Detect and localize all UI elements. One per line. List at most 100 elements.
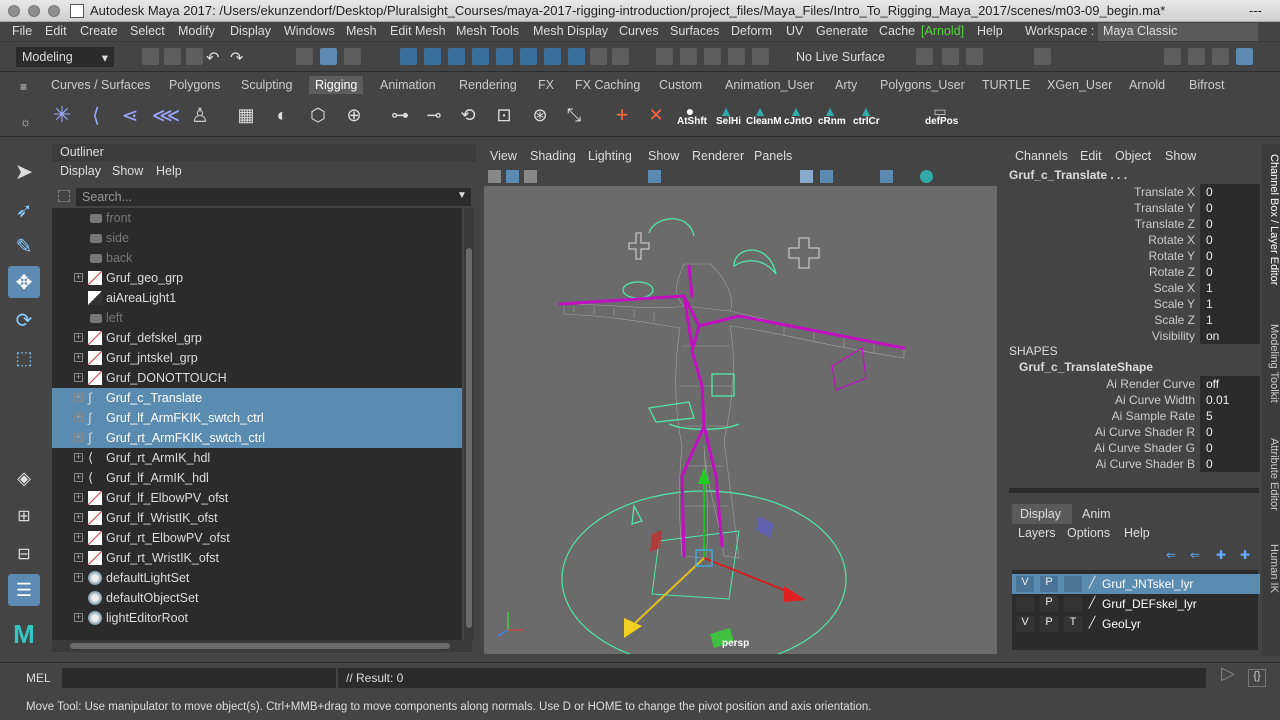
viewport-menu-panels[interactable]: Panels [754,149,792,163]
play-overlay-icon[interactable]: ▷ [1212,663,1244,691]
outliner-row[interactable]: left [52,308,462,328]
outliner-persp-icon[interactable]: ⊟ [8,538,40,570]
ik-handle-icon[interactable]: ⟨ [82,101,110,129]
scale-constraint-icon[interactable]: ⊡ [490,101,518,129]
render-view-icon[interactable] [942,48,959,65]
rt-arm-joint-chain[interactable] [697,314,906,350]
isolate-select-icon[interactable] [920,170,933,183]
viewport-menu-show[interactable]: Show [648,149,679,163]
menu-display[interactable]: Display [230,24,271,38]
visibility-toggle[interactable]: V [1016,576,1034,592]
menu-mesh-tools[interactable]: Mesh Tools [456,24,519,38]
outliner-row[interactable]: + ∫ Gruf_c_Translate [52,388,462,408]
new-layer-selected-icon[interactable]: ✚ [1240,548,1250,562]
channel-value-field[interactable]: 0.01 [1200,392,1260,408]
outliner-row[interactable]: + Gruf_lf_WristIK_ofst [52,508,462,528]
sidebar-toggle-icon[interactable] [1034,48,1051,65]
tab-fx[interactable]: FX [538,78,554,92]
rt-arm-fkik-switch-curve[interactable] [733,249,777,275]
tab-curves-surfaces[interactable]: Curves / Surfaces [51,78,150,92]
rotate-tool-icon[interactable]: ⟳ [8,304,40,336]
viewport-menu-view[interactable]: View [490,149,517,163]
lf-shoulder-control-curve[interactable] [622,281,654,299]
layers-menu-layers[interactable]: Layers [1018,526,1056,540]
expand-toggle-icon[interactable]: + [74,513,83,522]
aim-constraint-icon[interactable]: ⊛ [526,101,554,129]
outliner-row[interactable]: defaultObjectSet [52,588,462,608]
channel-value-field[interactable]: 1 [1200,312,1260,328]
x-axis-arrow-icon[interactable] [784,586,806,602]
outliner-menu-show[interactable]: Show [112,164,143,178]
expand-toggle-icon[interactable]: + [74,433,83,442]
layer-color-icon[interactable]: ╱ [1086,616,1098,632]
channel-box-icon[interactable] [1236,48,1253,65]
menu-mesh-display[interactable]: Mesh Display [533,24,608,38]
rt-wrist-ik-marker[interactable] [756,516,774,538]
construction-history-icon[interactable] [916,48,933,65]
rt-arm-fkik-switch-ctrl-icon[interactable] [788,237,820,269]
pick-render-icon[interactable] [544,48,561,65]
wireframe-icon[interactable] [800,170,813,183]
head-control-curve[interactable] [648,218,695,237]
menu-mesh[interactable]: Mesh [346,24,377,38]
menu-windows[interactable]: Windows [284,24,335,38]
expand-toggle-icon[interactable]: + [74,453,83,462]
expand-toggle-icon[interactable]: + [74,553,83,562]
channel-name[interactable]: Translate X [1134,185,1195,199]
camera-attributes-icon[interactable] [506,170,519,183]
smooth-shade-icon[interactable] [820,170,833,183]
menu-uv[interactable]: UV [786,24,803,38]
tab-fx-caching[interactable]: FX Caching [575,78,640,92]
tab-human-ik[interactable]: Human IK [1262,544,1280,593]
outliner-row[interactable]: + lightEditorRoot [52,608,462,628]
ik-spline-icon[interactable]: ⋖ [116,101,144,129]
outliner-layout-icon[interactable]: ☰ [8,574,40,606]
character-wireframe-mesh[interactable] [563,263,905,559]
select-component-icon[interactable] [344,48,361,65]
tab-turtle[interactable]: TURTLE [982,78,1030,92]
snap-curve-icon[interactable] [680,48,697,65]
playback-toggle[interactable]: P [1040,576,1058,592]
snap-point-icon[interactable] [704,48,721,65]
snap-grid-icon[interactable] [656,48,673,65]
locator-icon[interactable]: + [608,101,636,129]
channel-name[interactable]: Translate Z [1135,217,1195,231]
channel-row[interactable]: Visibility on [1005,328,1260,344]
channel-name[interactable]: Scale X [1154,281,1195,295]
move-manipulator[interactable] [624,468,806,638]
menu-curves[interactable]: Curves [619,24,659,38]
channel-name[interactable]: Ai Curve Shader R [1095,425,1195,439]
outliner-row[interactable]: + Gruf_jntskel_grp [52,348,462,368]
layer-name[interactable]: Gruf_JNTskel_lyr [1102,577,1193,591]
channel-value-field[interactable]: 1 [1200,296,1260,312]
pick-curves-icon[interactable] [448,48,465,65]
outliner-row[interactable]: + Gruf_lf_ElbowPV_ofst [52,488,462,508]
undo-icon[interactable]: ↶ [206,48,219,68]
select-object-icon[interactable] [320,48,337,65]
channel-name[interactable]: Scale Y [1154,297,1195,311]
tab-animation[interactable]: Animation [380,78,436,92]
camera-select-icon[interactable] [488,170,501,183]
menu-select[interactable]: Select [130,24,165,38]
tool-settings-icon[interactable] [1212,48,1229,65]
channel-value-field[interactable]: on [1200,328,1260,344]
outliner-row[interactable]: back [52,248,462,268]
channel-value-field[interactable]: 0 [1200,184,1260,200]
menu-deform[interactable]: Deform [731,24,772,38]
save-scene-icon[interactable] [186,48,203,65]
tab-display-layers[interactable]: Display [1012,504,1072,524]
pick-deformers-icon[interactable] [496,48,513,65]
channel-name[interactable]: Rotate Y [1149,249,1195,263]
lf-arm-joint-chain[interactable] [558,294,706,428]
menu-edit-mesh[interactable]: Edit Mesh [390,24,446,38]
lf-arm-fkik-switch-ctrl-icon[interactable] [628,232,650,260]
channel-row[interactable]: Rotate Y 0 [1005,248,1260,264]
expand-toggle-icon[interactable]: + [74,273,83,282]
control-curves[interactable] [622,218,777,525]
workspace-dropdown[interactable]: Maya Classic [1098,23,1258,41]
channel-row[interactable]: Translate Y 0 [1005,200,1260,216]
tab-arnold[interactable]: Arnold [1129,78,1165,92]
outliner-row[interactable]: front [52,208,462,228]
visibility-toggle[interactable]: V [1016,616,1034,632]
expand-toggle-icon[interactable]: + [74,413,83,422]
